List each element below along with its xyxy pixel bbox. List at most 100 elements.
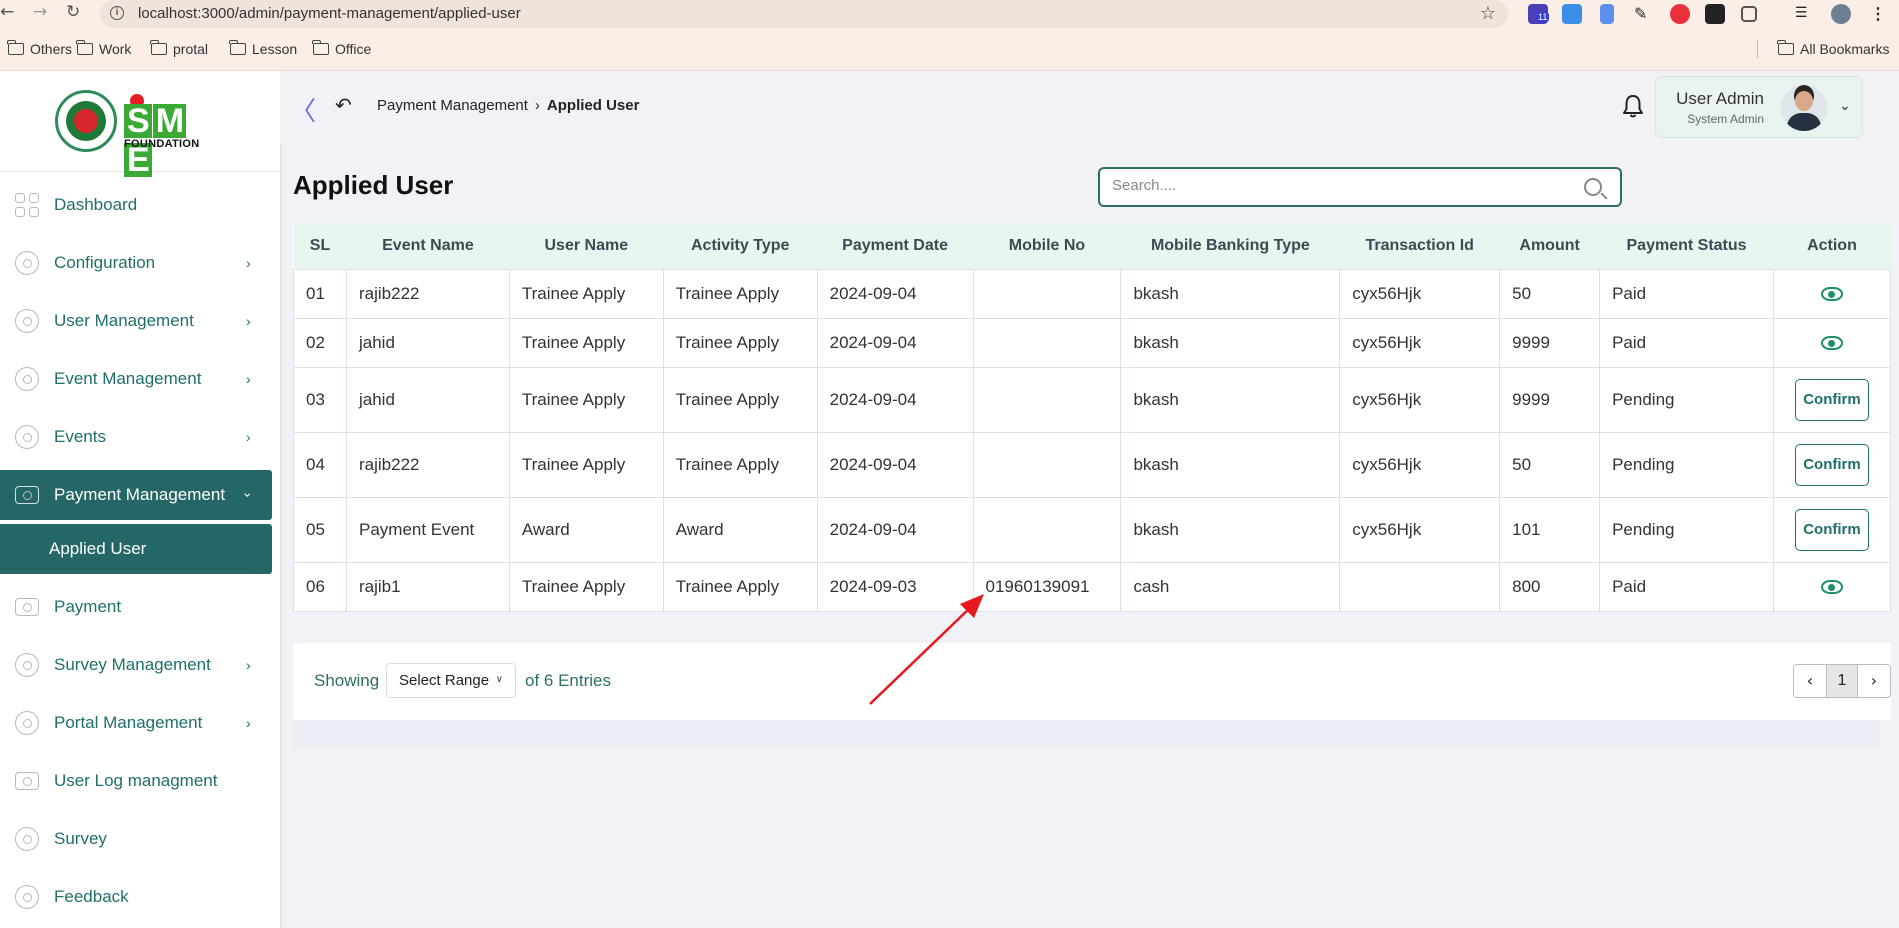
sidebar-item-survey-management[interactable]: Survey Management › — [0, 636, 280, 694]
sidebar-item-dashboard[interactable]: Dashboard — [0, 176, 280, 234]
column-header: Payment Date — [842, 236, 948, 254]
confirm-button[interactable]: Confirm — [1794, 378, 1869, 421]
profile-avatar-icon[interactable] — [1831, 4, 1851, 24]
sidebar-item-user-log[interactable]: User Log managment — [0, 752, 280, 810]
folder-icon — [1777, 40, 1794, 55]
cell-activity-type: Trainee Apply — [662, 431, 818, 498]
cell-sl: 06 — [293, 561, 347, 612]
entries-count: of 6 Entries — [525, 671, 611, 690]
cell-mobile-no: 01960139091 — [972, 561, 1122, 612]
eyedropper-icon[interactable]: ✎ — [1634, 4, 1654, 24]
sidebar-item-event-management[interactable]: Event Management › — [0, 350, 280, 408]
sidebar-item-events[interactable]: Events › — [0, 408, 280, 466]
sidebar-item-label: User Log managment — [54, 771, 218, 790]
bookmark-work[interactable]: Work — [76, 40, 131, 57]
url-text[interactable]: localhost:3000/admin/payment-management/… — [138, 5, 521, 22]
cell-payment-status: Pending — [1599, 496, 1774, 563]
sidebar-item-payment[interactable]: Payment — [0, 578, 280, 636]
sidebar-item-portal-management[interactable]: Portal Management › — [0, 694, 280, 752]
sidebar-subitem-applied-user[interactable]: Applied User — [0, 524, 272, 574]
cell-user-name: Trainee Apply — [508, 268, 664, 319]
bookmark-others[interactable]: Others — [7, 40, 72, 57]
extension-icon[interactable] — [1705, 4, 1725, 24]
view-eye-icon[interactable] — [1820, 287, 1843, 302]
user-profile-menu[interactable]: User Admin System Admin ⌄ — [1655, 76, 1863, 138]
sidebar-collapse-icon[interactable]: 〈 — [290, 91, 316, 128]
browser-toolbar: ← → ↻ i localhost:3000/admin/payment-man… — [0, 0, 1899, 28]
sidebar-item-configuration[interactable]: Configuration › — [0, 234, 280, 292]
cell-action: Confirm — [1772, 431, 1892, 498]
sidebar-item-payment-management[interactable]: Payment Management › — [0, 470, 272, 520]
dashboard-icon — [15, 193, 39, 217]
survey-icon — [15, 827, 39, 851]
prev-page-button[interactable]: ‹ — [1794, 665, 1826, 697]
next-page-button[interactable]: › — [1858, 665, 1890, 697]
bookmark-protal[interactable]: protal — [150, 40, 208, 57]
bookmark-star-icon[interactable]: ☆ — [1480, 3, 1496, 24]
sidebar-item-label: Event Management — [54, 369, 202, 388]
sme-foundation-logo[interactable]: S ME FOUNDATION — [124, 94, 210, 177]
search-input[interactable] — [1112, 177, 1572, 194]
view-eye-icon[interactable] — [1820, 580, 1843, 595]
extension-icon[interactable] — [1562, 4, 1582, 24]
all-bookmarks[interactable]: All Bookmarks — [1777, 40, 1889, 57]
chevron-right-icon: › — [246, 255, 251, 271]
extension-badge: 11 — [1536, 12, 1550, 22]
page-number-button[interactable]: 1 — [1826, 665, 1858, 697]
table-row: 02 jahid Trainee Apply Trainee Apply 202… — [293, 317, 1892, 368]
chevron-right-icon: › — [246, 371, 251, 387]
table-row: 05 Payment Event Award Award 2024-09-04 … — [293, 496, 1892, 563]
bookmark-office[interactable]: Office — [312, 40, 371, 57]
cell-event-name: rajib1 — [345, 561, 510, 612]
search-icon[interactable] — [1584, 178, 1602, 196]
browser-back-icon[interactable]: ← — [0, 2, 14, 22]
cell-mobile-no — [972, 496, 1122, 563]
cell-transaction-id — [1339, 561, 1501, 612]
cell-payment-date: 2024-09-04 — [816, 496, 974, 563]
cell-amount: 50 — [1499, 268, 1601, 319]
range-select[interactable]: Select Range ∨ — [386, 663, 516, 698]
user-management-icon — [15, 309, 39, 333]
confirm-button[interactable]: Confirm — [1794, 508, 1869, 551]
breadcrumb-parent[interactable]: Payment Management — [377, 97, 528, 114]
site-info-icon[interactable]: i — [110, 6, 124, 20]
sidebar-item-user-management[interactable]: User Management › — [0, 292, 280, 350]
confirm-button[interactable]: Confirm — [1794, 443, 1869, 486]
payment-management-icon — [15, 486, 39, 504]
search-box — [1098, 167, 1622, 207]
breadcrumb: Payment Management › Applied User — [377, 97, 639, 114]
extension-icon[interactable]: 11 — [1528, 4, 1550, 24]
event-management-icon — [15, 367, 39, 391]
page-title: Applied User — [293, 170, 454, 200]
back-arrow-icon[interactable]: ↶ — [335, 93, 352, 117]
sidebar-item-feedback[interactable]: Feedback — [0, 868, 280, 926]
pagination-bar: Showing Select Range ∨ of 6 Entries ‹ 1 … — [293, 643, 1891, 720]
chevron-down-icon: ⌄ — [1839, 97, 1851, 113]
browser-menu-icon[interactable]: ⋮ — [1870, 4, 1890, 24]
sidebar-item-label: Configuration — [54, 253, 156, 272]
address-bar[interactable]: i localhost:3000/admin/payment-managemen… — [100, 0, 1508, 28]
table-header-row: SL Event Name User Name Activity Type Pa… — [293, 223, 1891, 269]
bookmark-lesson[interactable]: Lesson — [229, 40, 297, 57]
configuration-icon — [15, 251, 39, 275]
puzzle-icon[interactable] — [1741, 6, 1757, 22]
sidebar: S ME FOUNDATION Dashboard Configuration ›… — [0, 71, 280, 928]
content-footer-strip — [293, 720, 1879, 748]
notification-bell-icon[interactable] — [1622, 93, 1644, 119]
extension-icon[interactable] — [1670, 4, 1690, 24]
cell-banking-type: bkash — [1120, 366, 1341, 433]
cell-event-name: Payment Event — [345, 496, 510, 563]
cell-transaction-id: cyx56Hjk — [1339, 431, 1501, 498]
sidebar-item-survey[interactable]: Survey — [0, 810, 280, 868]
cell-event-name: rajib222 — [345, 431, 510, 498]
sidebar-item-label: Payment — [54, 597, 122, 616]
cell-payment-status: Paid — [1599, 561, 1774, 612]
browser-forward-icon[interactable]: → — [33, 2, 47, 22]
column-header: Payment Status — [1626, 236, 1747, 254]
reload-icon[interactable]: ↻ — [66, 2, 80, 22]
view-eye-icon[interactable] — [1820, 336, 1843, 351]
reading-list-icon[interactable]: ☰ — [1795, 4, 1815, 24]
survey-management-icon — [15, 653, 39, 677]
range-select-value: Select Range — [399, 672, 490, 689]
extension-icon[interactable] — [1600, 4, 1614, 24]
